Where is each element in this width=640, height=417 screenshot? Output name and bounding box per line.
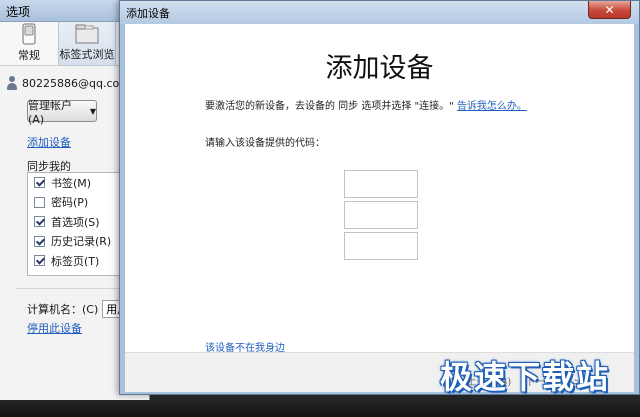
intro-text-row: 要激活您的新设备，去设备的 同步 选项并选择 "连接。" 告诉我怎么办。 [205,97,527,112]
code-field-1[interactable] [344,170,418,198]
dialog-title: 添加设备 [126,7,170,20]
tab-general[interactable]: 常规 [0,22,58,66]
close-button[interactable]: ✕ [588,1,631,19]
add-device-link[interactable]: 添加设备 [27,134,71,150]
help-link[interactable]: 告诉我怎么办。 [457,101,527,112]
tabs-checkbox[interactable] [34,255,45,267]
history-checkbox[interactable] [34,235,45,247]
passwords-checkbox[interactable] [34,196,45,208]
tab-general-label: 常规 [18,49,40,62]
bookmarks-label: 书签(M) [51,176,92,190]
manage-account-label: 管理帐户(A) [28,98,72,126]
intro-text: 要激活您的新设备，去设备的 同步 选项并选择 "连接。" [205,101,454,112]
tabs-label: 标签页(T) [51,254,100,268]
preferences-label: 首选项(S) [51,215,100,229]
history-label: 历史记录(R) [51,235,112,249]
site-watermark: 极速下载站 [440,358,611,396]
bookmarks-checkbox[interactable] [34,177,45,189]
general-switch-icon [22,23,36,45]
manage-account-button[interactable]: 管理帐户(A) ▼ [27,99,97,126]
dropdown-arrow-icon: ▼ [89,106,96,116]
account-row: 80225886@qq.com [6,76,130,90]
dialog-titlebar: 添加设备 ✕ [120,1,639,24]
preferences-checkbox[interactable] [34,216,45,228]
close-icon: ✕ [604,2,615,17]
dialog-content: 添加设备 要激活您的新设备，去设备的 同步 选项并选择 "连接。" 告诉我怎么办… [125,24,634,354]
account-email: 80225886@qq.com [22,76,130,90]
add-device-dialog: 添加设备 ✕ 添加设备 要激活您的新设备，去设备的 同步 选项并选择 "连接。"… [119,0,640,395]
stop-device-link[interactable]: 停用此设备 [27,320,82,336]
computer-name-label: 计算机名：(C) [27,303,99,316]
user-icon [6,76,18,90]
tab-tabbed-browsing-label: 标签式浏览 [59,48,115,61]
code-field-3[interactable] [344,232,418,260]
passwords-label: 密码(P) [51,196,89,210]
tabs-window-icon [75,24,99,44]
code-prompt: 请输入该设备提供的代码： [205,138,325,149]
tab-tabbed-browsing[interactable]: 标签式浏览 [58,22,116,66]
code-field-2[interactable] [344,201,418,229]
dialog-heading: 添加设备 [325,53,434,84]
